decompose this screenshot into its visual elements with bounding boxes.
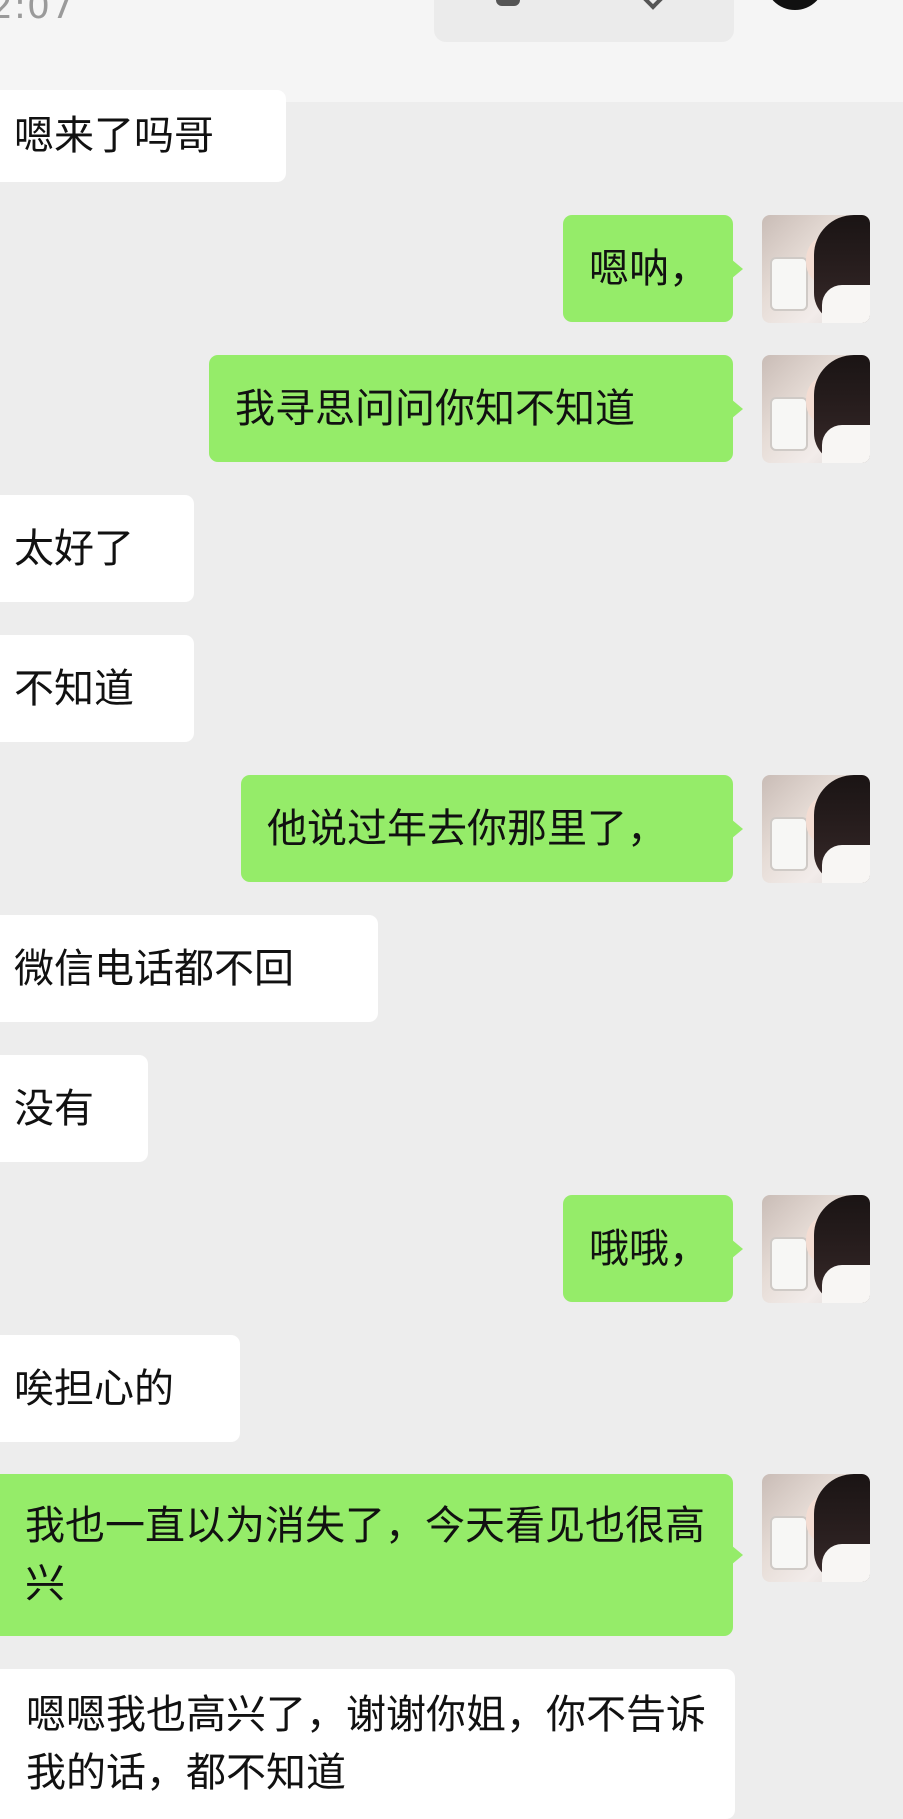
message-bubble-outgoing[interactable]: 我也一直以为消失了，今天看见也很高兴 — [0, 1474, 743, 1636]
avatar-cup — [770, 817, 808, 871]
chevron-down-icon[interactable] — [640, 0, 666, 10]
avatar-cup — [770, 1237, 808, 1291]
message-bubble-outgoing[interactable]: 我寻思问问你知不知道 — [209, 355, 743, 462]
message-bubble-incoming[interactable]: 微信电话都不回 — [0, 915, 378, 1022]
avatar-cup — [770, 1516, 808, 1570]
circle-button-icon[interactable] — [765, 0, 825, 10]
status-bar: 2:07 — [0, 0, 903, 102]
message-text: 不知道 — [14, 665, 134, 712]
user-avatar[interactable] — [762, 355, 870, 463]
top-toolbar-pill — [434, 0, 734, 42]
user-avatar[interactable] — [762, 215, 870, 323]
avatar-cloth — [822, 1265, 870, 1303]
message-bubble-outgoing[interactable]: 嗯呐， — [563, 215, 743, 322]
message-bubble-incoming[interactable]: 唉担心的 — [0, 1335, 240, 1442]
avatar-cloth — [822, 1544, 870, 1582]
message-text: 没有 — [14, 1085, 94, 1132]
message-bubble-incoming[interactable]: 嗯来了吗哥 — [0, 90, 286, 182]
avatar-cup — [770, 397, 808, 451]
message-bubble-outgoing[interactable]: 他说过年去你那里了， — [241, 775, 743, 882]
message-text: 唉担心的 — [14, 1365, 174, 1412]
toolbar-icon[interactable] — [496, 0, 520, 6]
message-text: 嗯嗯我也高兴了，谢谢你姐，你不告诉我的话，都不知道 — [26, 1692, 706, 1796]
avatar-cup — [770, 257, 808, 311]
user-avatar[interactable] — [762, 1474, 870, 1582]
message-bubble-incoming[interactable]: 没有 — [0, 1055, 148, 1162]
user-avatar[interactable] — [762, 775, 870, 883]
message-bubble-incoming[interactable]: 太好了 — [0, 495, 194, 602]
message-text: 我寻思问问你知不知道 — [235, 385, 635, 432]
avatar-cloth — [822, 425, 870, 463]
message-text: 微信电话都不回 — [14, 945, 294, 992]
message-text: 嗯来了吗哥 — [14, 113, 214, 159]
message-text: 他说过年去你那里了， — [267, 805, 667, 852]
avatar-cloth — [822, 845, 870, 883]
message-text: 我也一直以为消失了，今天看见也很高兴 — [25, 1503, 705, 1607]
message-bubble-incoming[interactable]: 嗯嗯我也高兴了，谢谢你姐，你不告诉我的话，都不知道 — [0, 1669, 735, 1819]
message-bubble-outgoing[interactable]: 哦哦， — [563, 1195, 743, 1302]
message-text: 哦哦， — [589, 1225, 709, 1272]
avatar-cloth — [822, 285, 870, 323]
status-time: 2:07 — [0, 0, 75, 27]
user-avatar[interactable] — [762, 1195, 870, 1303]
message-text: 嗯呐， — [589, 245, 709, 292]
message-bubble-incoming[interactable]: 不知道 — [0, 635, 194, 742]
message-text: 太好了 — [14, 525, 134, 572]
